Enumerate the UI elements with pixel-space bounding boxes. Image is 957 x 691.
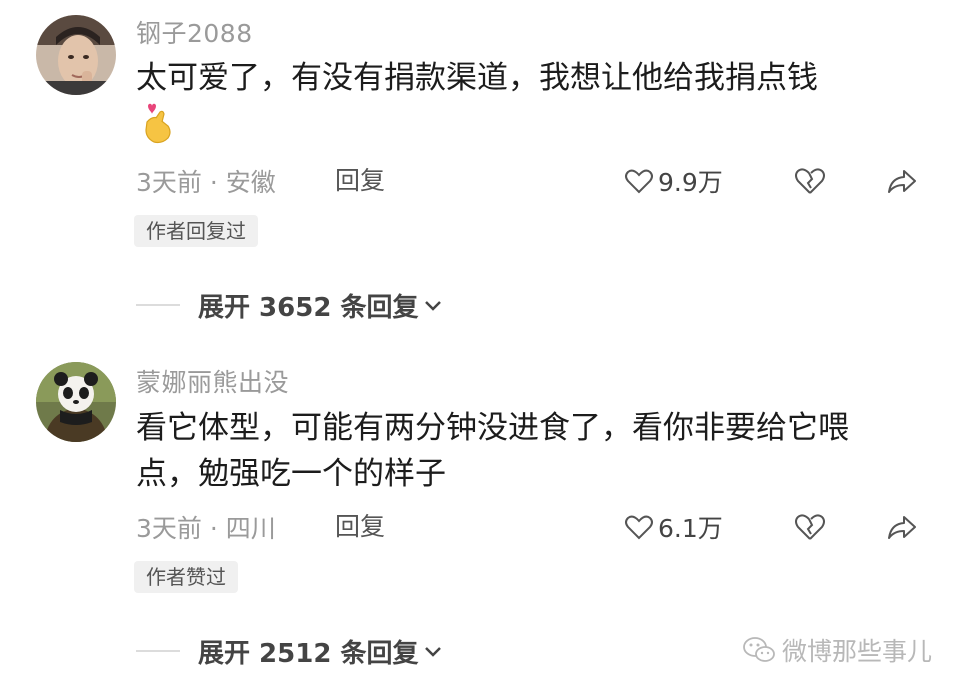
watermark: 微博那些事儿 — [742, 628, 932, 672]
comment-meta: 3天前 · 四川 — [136, 514, 276, 543]
like-count: 6.1万 — [658, 514, 723, 543]
watermark-text: 微博那些事儿 — [782, 637, 933, 666]
dislike-button[interactable] — [793, 507, 827, 547]
author-replied-badge: 作者回复过 — [134, 215, 258, 247]
expand-replies-label: 展开 3652 条回复 — [198, 292, 419, 323]
author-liked-badge: 作者赞过 — [134, 561, 238, 593]
heart-outline-icon — [625, 515, 653, 540]
dislike-button[interactable] — [793, 161, 827, 201]
divider-line — [136, 304, 180, 306]
reply-button[interactable]: 回复 — [335, 507, 385, 547]
expand-replies-button[interactable]: 展开 2512 条回复 — [136, 631, 444, 671]
username[interactable]: 钢子2088 — [136, 14, 253, 50]
like-count: 9.9万 — [658, 168, 723, 197]
like-button[interactable]: 9.9万 — [624, 161, 723, 201]
comment-meta: 3天前 · 安徽 — [136, 168, 276, 197]
expand-replies-label: 展开 2512 条回复 — [198, 638, 419, 669]
expand-replies-button[interactable]: 展开 3652 条回复 — [136, 285, 444, 325]
share-arrow-icon — [888, 516, 916, 539]
chevron-down-icon — [425, 301, 442, 311]
heart-outline-icon — [625, 169, 653, 194]
share-arrow-icon — [888, 170, 916, 193]
share-button[interactable] — [885, 161, 919, 201]
comment-text: 太可爱了，有没有捐款渠道，我想让他给我捐点钱 — [136, 60, 818, 96]
comment-text: 看它体型，可能有两分钟没进食了，看你非要给它喂 点，勉强吃一个的样子 — [136, 405, 926, 497]
divider-line — [136, 650, 180, 652]
avatar[interactable] — [36, 15, 116, 95]
username[interactable]: 蒙娜丽熊出没 — [136, 363, 289, 399]
like-button[interactable]: 6.1万 — [624, 507, 723, 547]
chevron-down-icon — [425, 647, 442, 657]
broken-heart-icon — [795, 514, 825, 540]
avatar[interactable] — [36, 362, 116, 442]
comment-text-line: 看它体型，可能有两分钟没进食了，看你非要给它喂 — [136, 410, 849, 446]
reply-button[interactable]: 回复 — [335, 161, 385, 201]
wechat-icon — [743, 637, 775, 662]
comment-text-line: 点，勉强吃一个的样子 — [136, 456, 446, 492]
finger-heart-emoji-icon — [138, 102, 178, 146]
broken-heart-icon — [795, 168, 825, 194]
share-button[interactable] — [885, 507, 919, 547]
